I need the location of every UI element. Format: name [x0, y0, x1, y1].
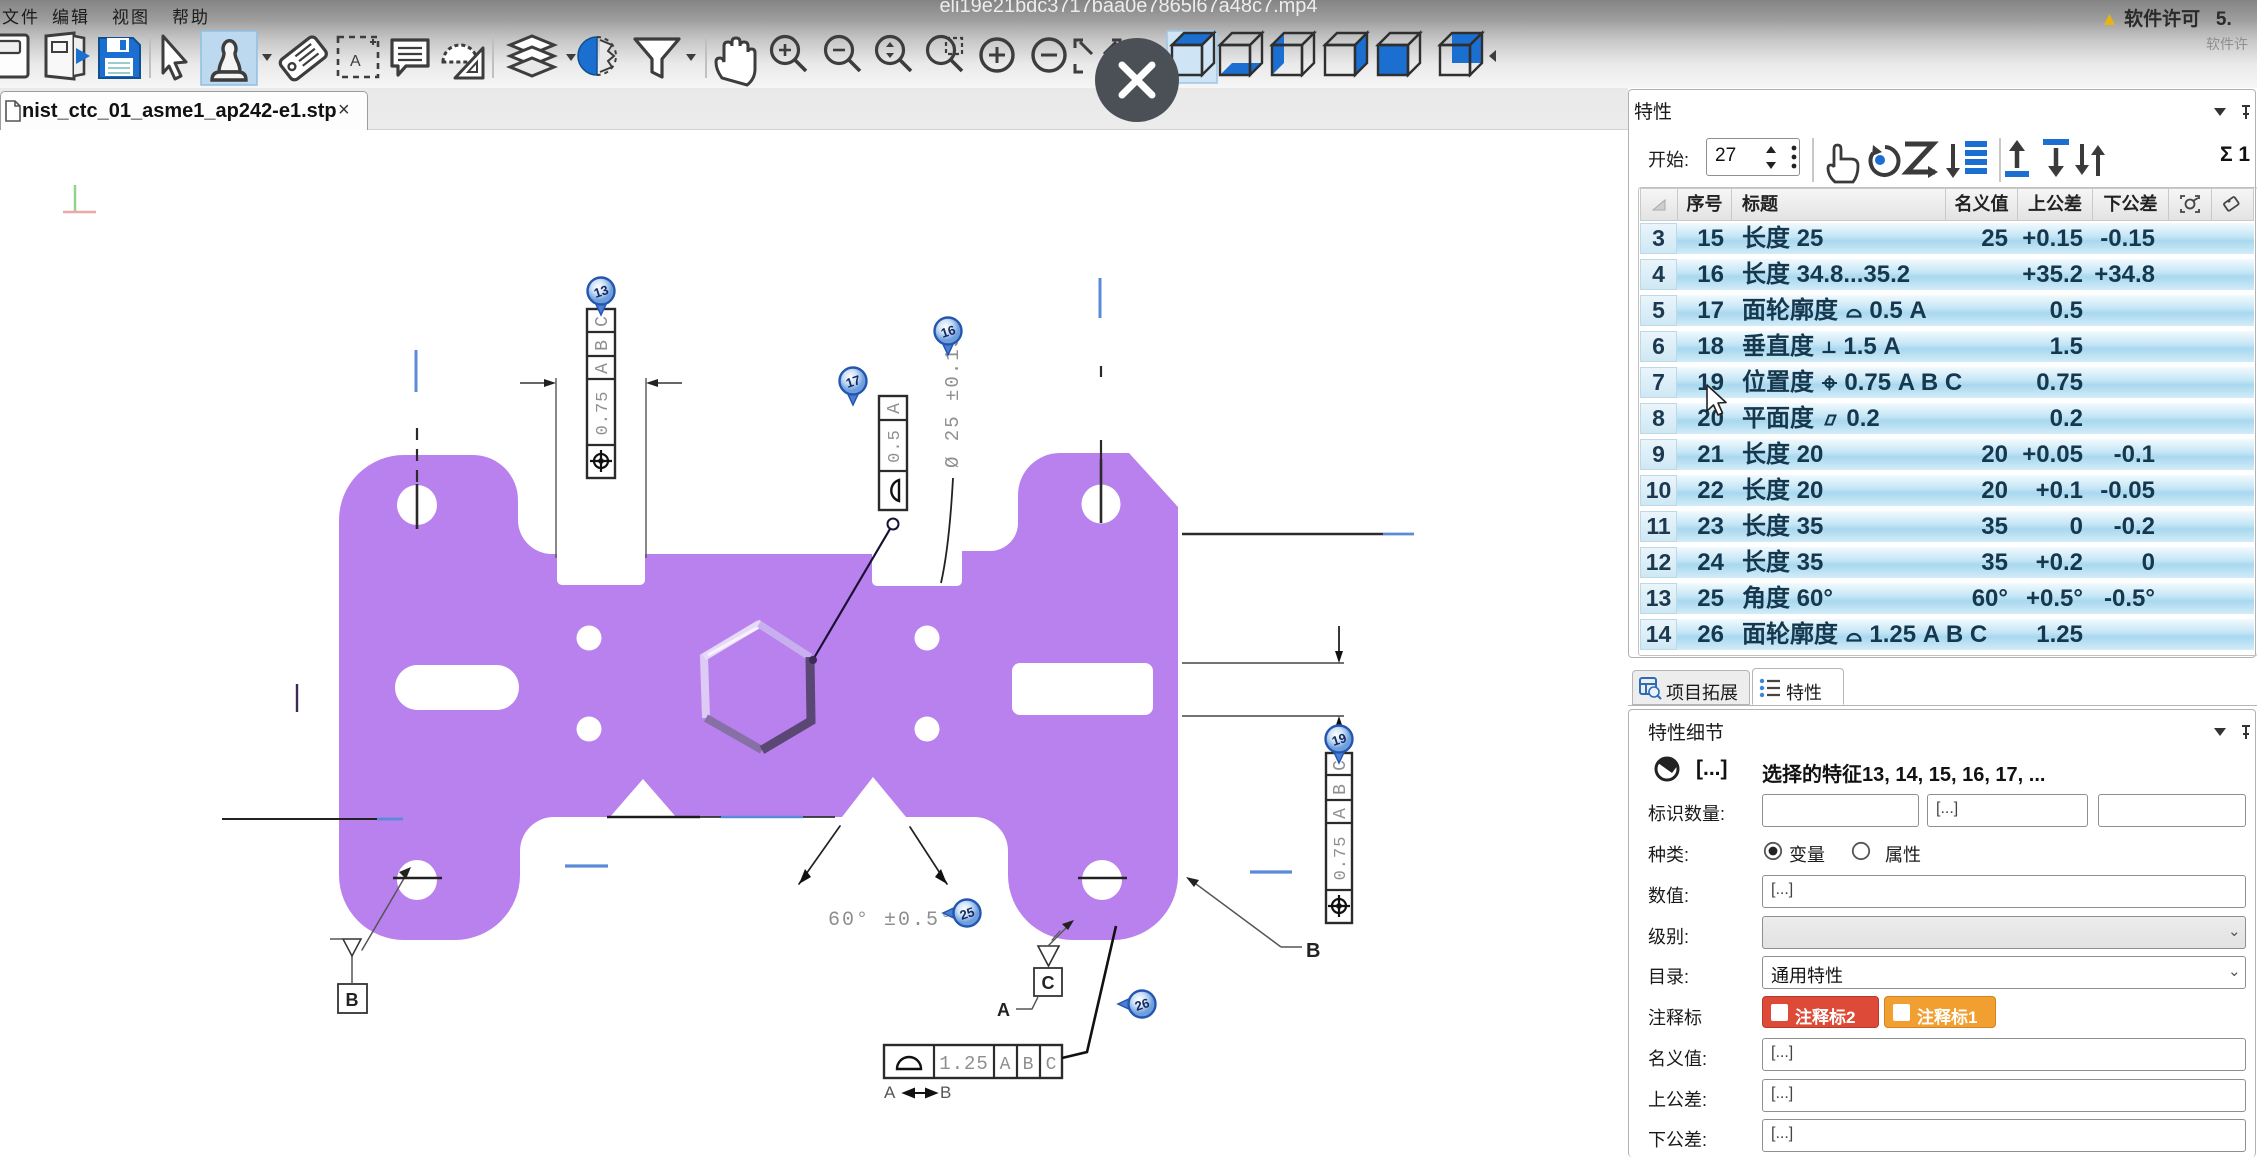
svg-text:A: A — [997, 1000, 1010, 1020]
svg-text:60° ±0.5°: 60° ±0.5° — [828, 909, 954, 932]
svg-text:C: C — [1046, 1055, 1057, 1075]
svg-text:0.5: 0.5 — [886, 429, 905, 463]
svg-text:B: B — [940, 1083, 951, 1102]
svg-text:A: A — [1331, 807, 1351, 819]
svg-text:A: A — [350, 53, 361, 70]
svg-text:0.75: 0.75 — [1332, 836, 1351, 881]
svg-text:A: A — [885, 402, 905, 414]
svg-text:C: C — [1042, 973, 1055, 993]
svg-text:A: A — [593, 362, 613, 374]
svg-text:B: B — [1331, 783, 1351, 795]
svg-text:B: B — [1306, 940, 1320, 962]
svg-text:0.75: 0.75 — [594, 391, 613, 436]
svg-text:B: B — [346, 990, 359, 1010]
svg-text:A: A — [1000, 1055, 1011, 1075]
svg-text:B: B — [593, 339, 613, 351]
svg-text:1.25: 1.25 — [939, 1053, 989, 1075]
svg-text:B: B — [1023, 1055, 1034, 1075]
svg-text:C: C — [1331, 759, 1351, 771]
svg-text:A: A — [884, 1083, 896, 1102]
svg-text:Ø 25 ±0.15: Ø 25 ±0.15 — [942, 334, 964, 468]
svg-text:C: C — [593, 315, 613, 327]
